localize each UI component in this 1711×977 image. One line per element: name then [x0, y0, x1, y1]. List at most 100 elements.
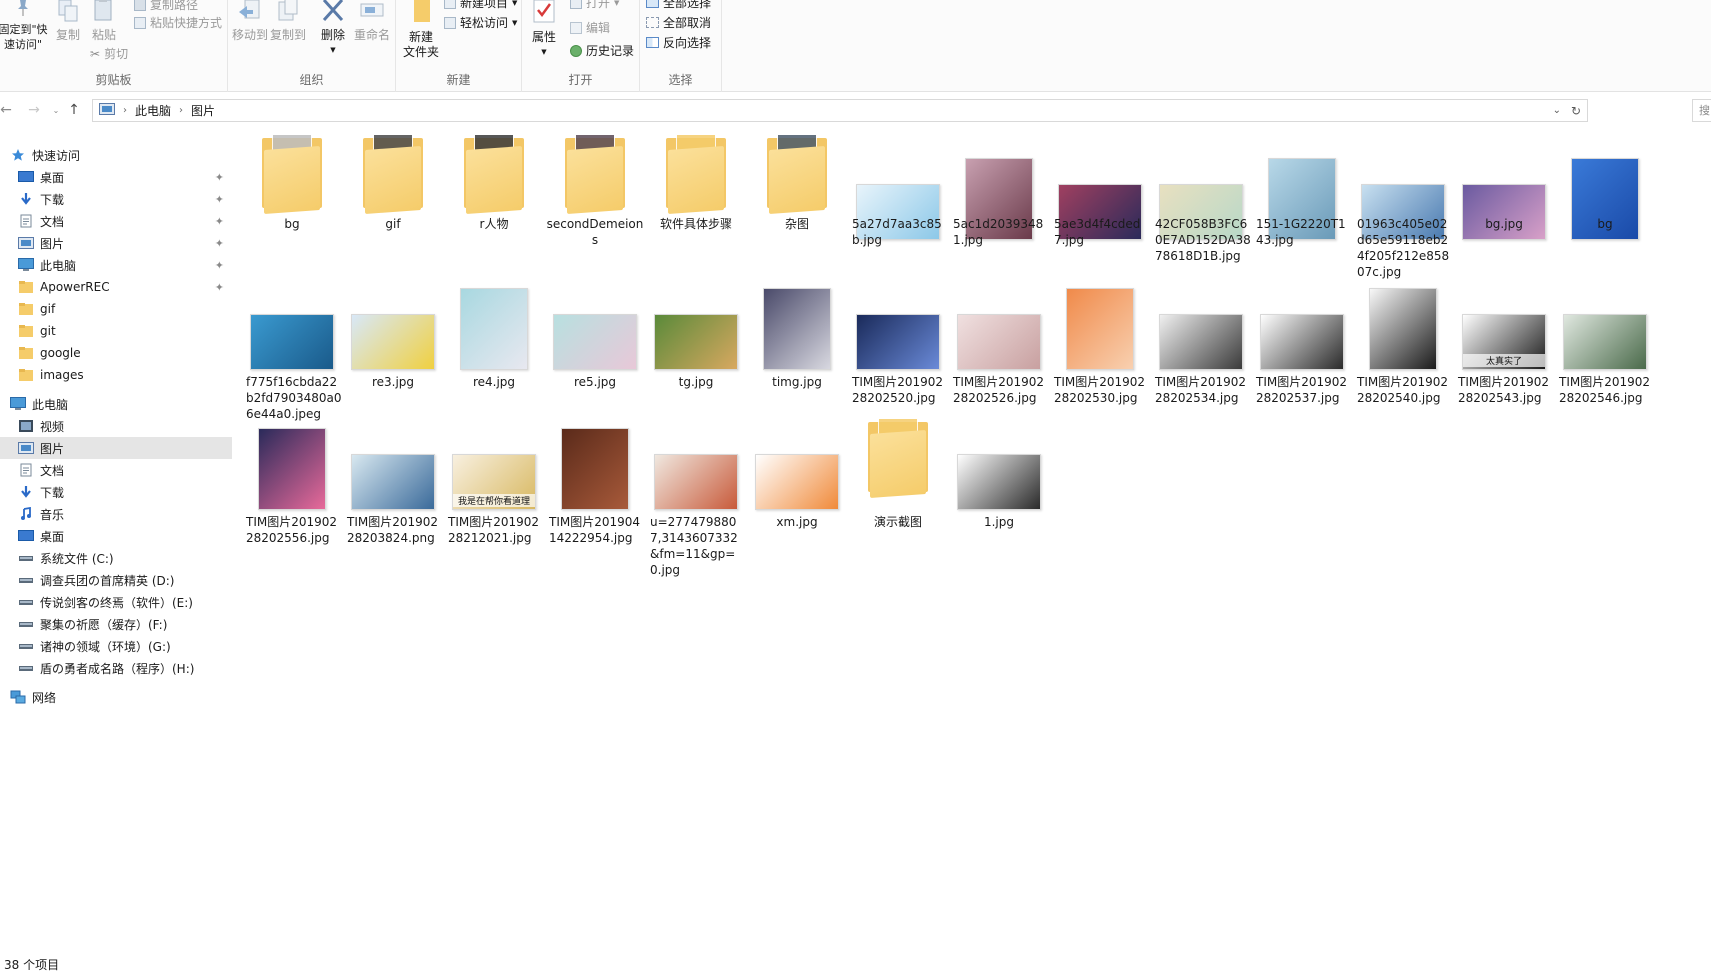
back-button[interactable]: ← — [0, 100, 16, 120]
sidebar-item[interactable]: gif — [0, 298, 232, 320]
sidebar-item[interactable]: 网络 — [0, 686, 232, 708]
sidebar-item-label: git — [40, 324, 56, 338]
forward-button[interactable]: → — [24, 100, 44, 120]
copy-path-button[interactable]: 复制路径 — [134, 0, 198, 13]
new-folder-label: 新建 文件夹 — [402, 30, 439, 59]
easy-access-dropdown-icon: ▼ — [512, 18, 518, 27]
sidebar-item[interactable]: images — [0, 364, 232, 386]
select-all-icon — [646, 0, 659, 8]
sidebar-item[interactable]: 传说剑客の终焉（软件）(E:) — [0, 591, 232, 613]
file-name: TIM图片20190228202537.jpg — [1256, 375, 1348, 405]
select-none-button[interactable]: 全部取消 — [646, 14, 711, 31]
address-box[interactable]: › 此电脑 › 图片 ⌄ ↻ — [92, 99, 1588, 122]
sidebar-item[interactable]: 诸神の领域（环境）(G:) — [0, 635, 232, 657]
file-name: TIM图片20190228202526.jpg — [953, 375, 1045, 405]
file-name: tg.jpg — [678, 375, 714, 389]
ribbon-group-organize: 移动到 复制到 删除 ▼ 重命名 组织 — [228, 0, 396, 92]
edit-label: 编辑 — [586, 21, 611, 35]
breadcrumb-pictures[interactable]: 图片 — [191, 102, 215, 119]
file-name: 5ac1d20393481.jpg — [953, 217, 1044, 247]
breadcrumb-separator-icon: › — [123, 105, 127, 116]
copy-button[interactable]: 复制 — [54, 0, 82, 43]
sidebar-item[interactable]: git — [0, 320, 232, 342]
sidebar-item[interactable]: 桌面 — [0, 525, 232, 547]
edit-button[interactable]: 编辑 — [570, 19, 610, 36]
pin-icon: ✦ — [214, 170, 224, 184]
rename-button[interactable]: 重命名 — [352, 0, 392, 43]
sidebar-item[interactable]: 此电脑 ✦ — [0, 254, 232, 276]
sidebar-item[interactable]: 此电脑 — [0, 393, 232, 415]
folder-icon — [18, 368, 34, 382]
folder-icon — [18, 302, 34, 316]
new-folder-icon — [408, 0, 434, 30]
invert-selection-label: 反向选择 — [663, 36, 712, 50]
up-button[interactable]: ↑ — [64, 100, 84, 120]
search-input[interactable]: 搜 — [1692, 99, 1711, 122]
file-name: bg.jpg — [1485, 217, 1523, 231]
properties-button[interactable]: 属性 ▼ — [528, 0, 560, 60]
sidebar-item[interactable]: google — [0, 342, 232, 364]
select-all-button[interactable]: 全部选择 — [646, 0, 711, 11]
paste-shortcut-button[interactable]: 粘贴快捷方式 — [134, 14, 222, 31]
sidebar-item[interactable]: 调查兵团の首席精英 (D:) — [0, 569, 232, 591]
sidebar-item[interactable]: 盾の勇者成名路（程序）(H:) — [0, 657, 232, 679]
sidebar-item[interactable]: 文档 — [0, 459, 232, 481]
download-icon — [18, 485, 34, 499]
music-icon — [18, 507, 34, 521]
paste-button[interactable]: 粘贴 — [90, 0, 118, 43]
move-to-button[interactable]: 移动到 — [232, 0, 268, 43]
file-name: TIM图片20190228203824.png — [347, 515, 439, 545]
breadcrumb-separator-icon: › — [179, 105, 184, 116]
back-arrow-icon: ← — [0, 102, 12, 118]
open-group-label: 打开 — [568, 73, 593, 87]
sidebar-item[interactable]: 音乐 — [0, 503, 232, 525]
sidebar-item[interactable]: 文档 ✦ — [0, 210, 232, 232]
history-button[interactable]: 历史记录 — [570, 42, 634, 59]
address-dropdown-icon[interactable]: ⌄ — [1553, 105, 1561, 116]
sidebar-item-label: 文档 — [40, 214, 65, 229]
pin-quick-access-button[interactable]: 固定到"快 速访问" — [0, 0, 50, 52]
history-icon — [570, 44, 582, 57]
pin-icon — [12, 0, 34, 22]
sidebar-item[interactable]: 聚集の祈愿（缓存）(F:) — [0, 613, 232, 635]
pin-quick-access-label: 固定到"快 速访问" — [0, 23, 48, 51]
recent-locations-button[interactable]: ⌄ — [46, 100, 66, 120]
delete-button[interactable]: 删除 ▼ — [318, 0, 348, 58]
easy-access-button[interactable]: 轻松访问 ▼ — [444, 14, 517, 31]
sidebar-item-label: 聚集の祈愿（缓存）(F:) — [40, 617, 168, 632]
sidebar-item[interactable]: 下载 — [0, 481, 232, 503]
cut-button[interactable]: ✂ 剪切 — [90, 45, 128, 62]
ribbon: 固定到"快 速访问" 复制 粘贴 复制路径 粘贴快捷方式 ✂ 剪切 剪贴板 移动… — [0, 0, 1711, 92]
sidebar-item[interactable]: ApowerREC ✦ — [0, 276, 232, 298]
copy-to-icon — [275, 0, 301, 28]
sidebar-item[interactable]: 桌面 ✦ — [0, 166, 232, 188]
invert-selection-button[interactable]: 反向选择 — [646, 34, 711, 51]
pin-icon: ✦ — [214, 214, 224, 228]
folder-icon — [866, 418, 930, 498]
sidebar-item[interactable]: 下载 ✦ — [0, 188, 232, 210]
refresh-icon[interactable]: ↻ — [1571, 104, 1581, 118]
properties-label: 属性 — [531, 30, 556, 44]
new-folder-button[interactable]: 新建 文件夹 — [398, 0, 444, 60]
sidebar-item-label: 此电脑 — [40, 258, 77, 273]
file-name: 演示截图 — [873, 515, 922, 529]
sidebar-item[interactable]: 快速访问 — [0, 144, 232, 166]
drive-icon — [18, 595, 34, 609]
sidebar-item[interactable]: 图片 ✦ — [0, 232, 232, 254]
sidebar-item[interactable]: 图片 — [0, 437, 232, 459]
breadcrumb-this-pc[interactable]: 此电脑 — [135, 102, 171, 119]
sidebar-item-label: 视频 — [40, 419, 65, 434]
open-button[interactable]: 打开 ▼ — [570, 0, 619, 11]
file-name: TIM图片20190228202530.jpg — [1054, 375, 1146, 405]
search-placeholder: 搜 — [1699, 104, 1710, 117]
copy-to-button[interactable]: 复制到 — [270, 0, 306, 43]
file-name: TIM图片20190228202520.jpg — [852, 375, 944, 405]
folder-icon — [18, 346, 34, 360]
image-thumbnail-icon — [654, 454, 738, 510]
file-name: TIM图片20190228212021.jpg — [448, 515, 540, 545]
sidebar-item-label: 下载 — [40, 485, 65, 500]
new-item-button[interactable]: 新建项目 ▼ — [444, 0, 517, 11]
sidebar-item[interactable]: 系统文件 (C:) — [0, 547, 232, 569]
sidebar-item[interactable]: 视频 — [0, 415, 232, 437]
clipboard-group-label: 剪贴板 — [95, 73, 132, 87]
